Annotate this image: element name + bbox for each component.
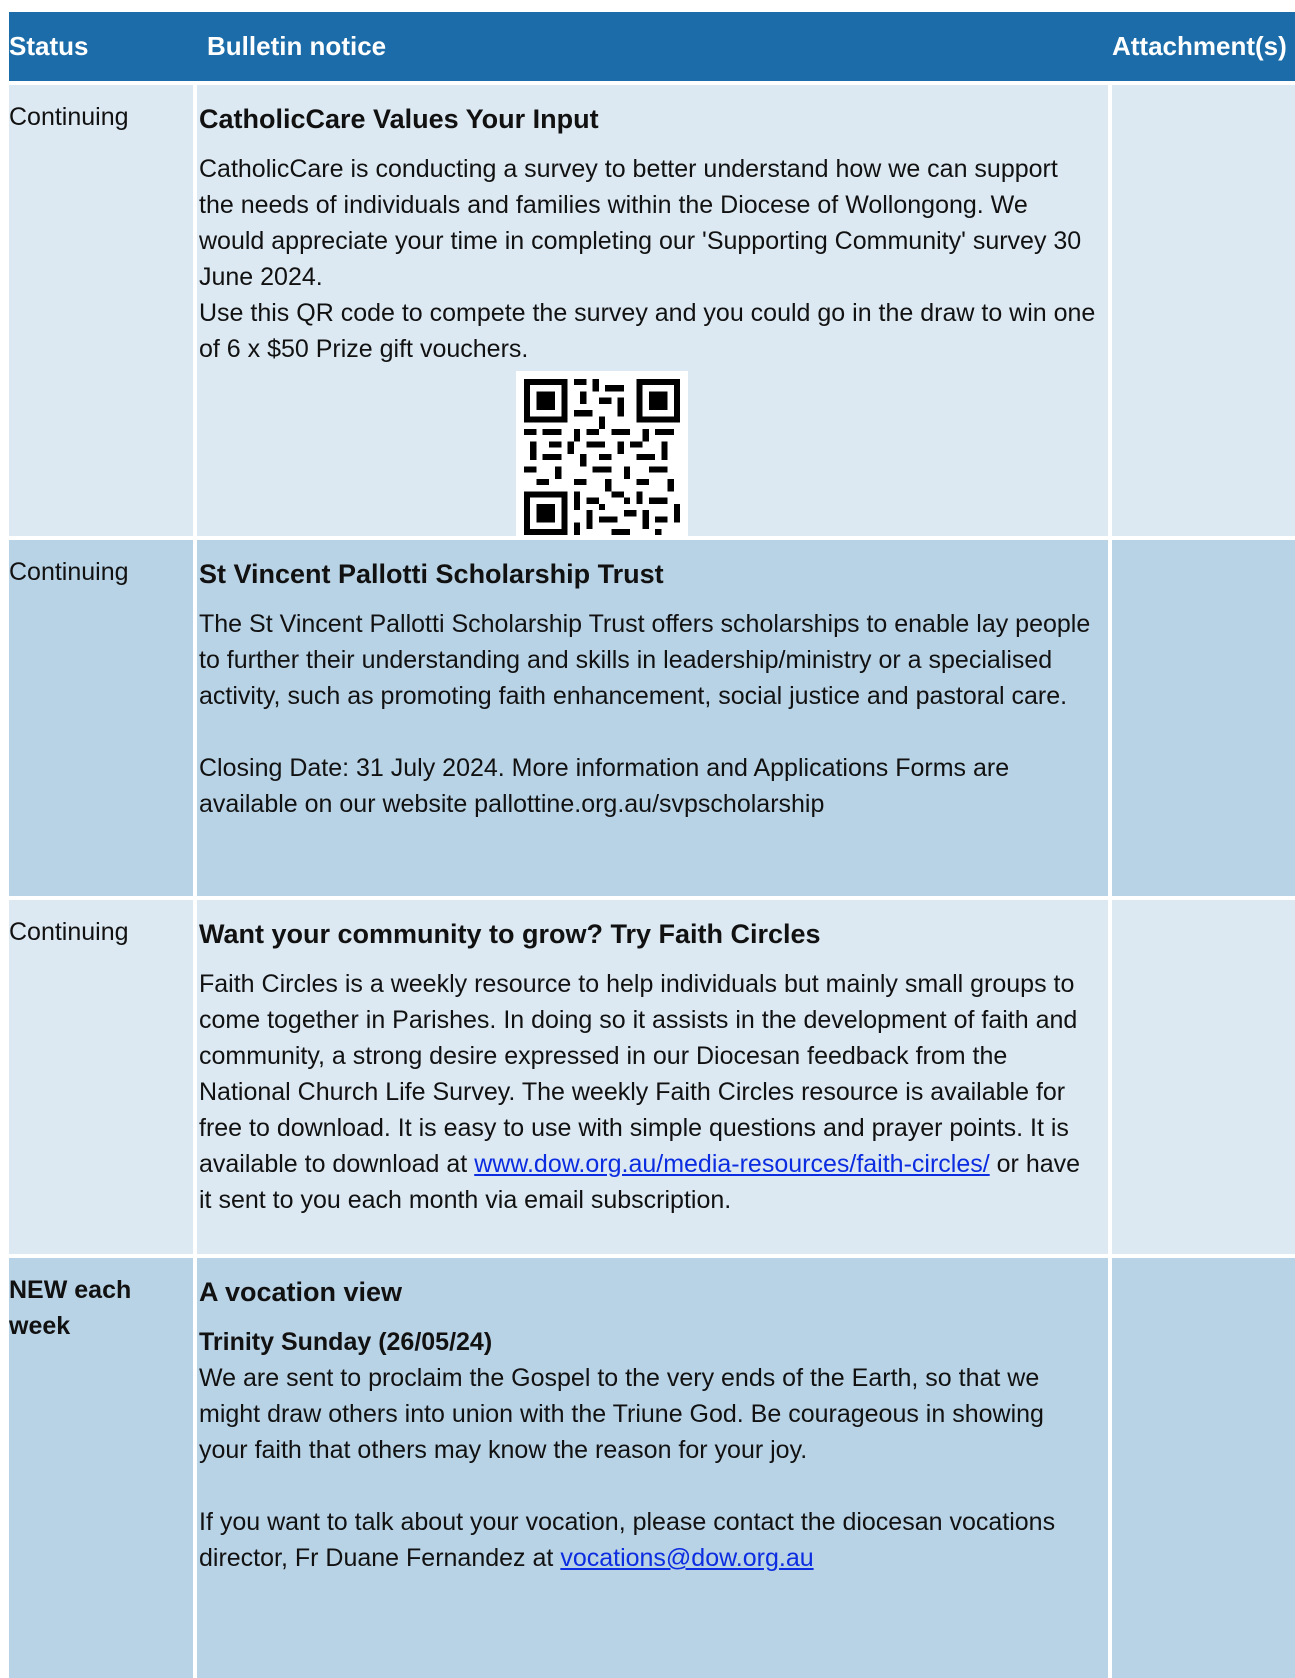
notice-paragraph: We are sent to proclaim the Gospel to th… [199,1364,1044,1464]
notice-title: CatholicCare Values Your Input [199,104,599,134]
qr-container [199,367,1098,543]
notice-paragraph: Faith Circles is a weekly resource to he… [199,966,1098,1218]
notice-paragraph: CatholicCare is conducting a survey to b… [199,155,1082,291]
faith-circles-link[interactable]: www.dow.org.au/media-resources/faith-cir… [474,1150,989,1178]
notice-paragraph: Closing Date: 31 July 2024. More informa… [199,754,1010,818]
bulletin-table: Status Bulletin notice Attachment(s) Con… [9,12,1295,1678]
notice-title: St Vincent Pallotti Scholarship Trust [199,559,664,589]
vocations-email-link[interactable]: vocations@dow.org.au [560,1544,813,1572]
header-status: Status [9,12,193,81]
status-cell: Continuing [9,900,193,1254]
notice-cell: A vocation view Trinity Sunday (26/05/24… [197,1258,1108,1678]
notice-paragraph: The St Vincent Pallotti Scholarship Trus… [199,610,1091,710]
attachment-cell [1112,1258,1295,1678]
attachment-cell [1112,540,1295,896]
table-row: Continuing Want your community to grow? … [9,900,1295,1254]
notice-title: A vocation view [199,1277,403,1307]
header-bulletin-notice: Bulletin notice [197,12,1108,81]
attachment-cell [1112,900,1295,1254]
table-row: NEW each week A vocation view Trinity Su… [9,1258,1295,1678]
table-header: Status Bulletin notice Attachment(s) [9,12,1295,81]
table-row: Continuing CatholicCare Values Your Inpu… [9,85,1295,543]
notice-text: Faith Circles is a weekly resource to he… [199,970,1078,1178]
notice-paragraph: If you want to talk about your vocation,… [199,1504,1098,1576]
table-row: Continuing St Vincent Pallotti Scholarsh… [9,540,1295,896]
notice-cell: St Vincent Pallotti Scholarship Trust Th… [197,540,1108,896]
header-attachments: Attachment(s) [1112,12,1295,81]
status-cell: NEW each week [9,1258,193,1678]
notice-title: Want your community to grow? Try Faith C… [199,919,821,949]
notice-cell: CatholicCare Values Your Input CatholicC… [197,85,1108,543]
notice-cell: Want your community to grow? Try Faith C… [197,900,1108,1254]
notice-subtitle: Trinity Sunday (26/05/24) [199,1328,493,1356]
status-cell: Continuing [9,540,193,896]
attachment-cell [1112,85,1295,536]
qr-code-icon[interactable] [515,371,688,543]
notice-paragraph: Use this QR code to compete the survey a… [199,299,1096,363]
status-cell: Continuing [9,85,193,536]
